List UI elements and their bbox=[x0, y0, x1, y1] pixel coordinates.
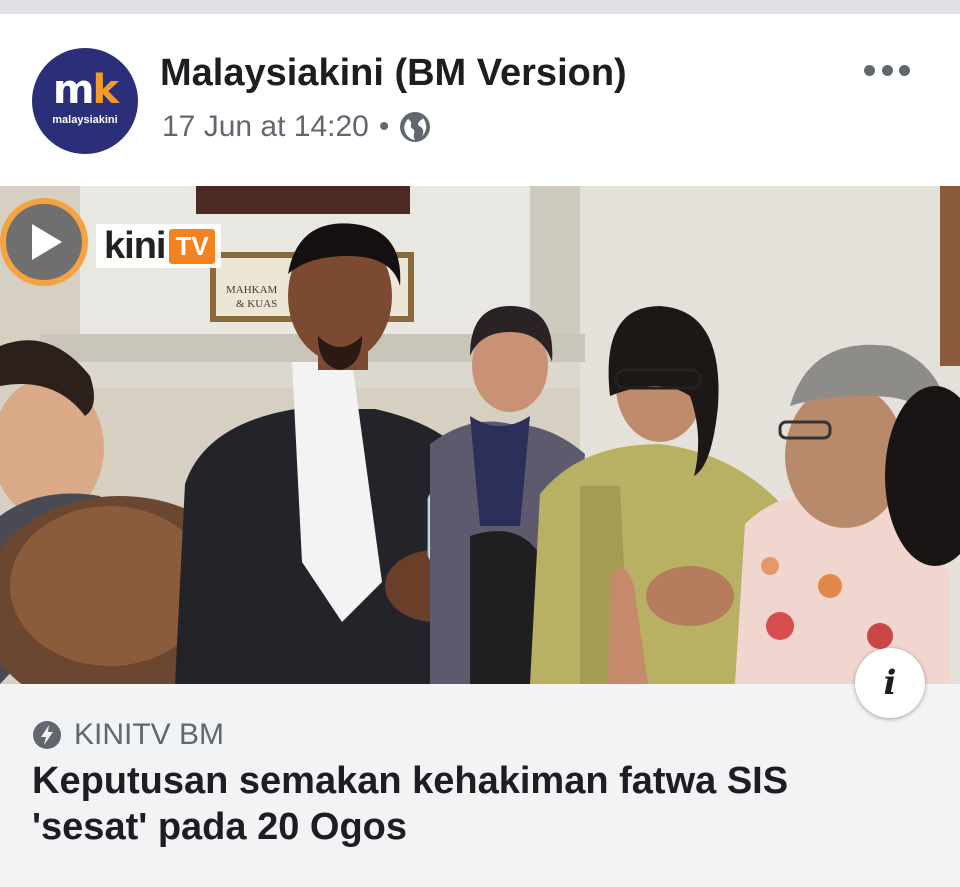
info-icon[interactable]: i bbox=[855, 648, 925, 718]
lightning-bolt-icon bbox=[33, 721, 61, 749]
avatar-logo-text: malaysiakini bbox=[52, 114, 118, 126]
top-divider bbox=[0, 0, 960, 14]
post-meta: 17 Jun at 14:20 • bbox=[162, 110, 431, 144]
meta-separator: • bbox=[378, 110, 390, 143]
more-options-button[interactable] bbox=[864, 58, 910, 82]
link-source-name: KINITV BM bbox=[74, 718, 225, 751]
link-source: KINITV BM bbox=[32, 718, 224, 752]
link-preview[interactable]: KINITV BM Keputusan semakan kehakiman fa… bbox=[0, 684, 960, 887]
post-header: mk malaysiakini Malaysiakini (BM Version… bbox=[0, 14, 960, 186]
link-headline[interactable]: Keputusan semakan kehakiman fatwa SIS 's… bbox=[32, 758, 912, 850]
avatar[interactable]: mk malaysiakini bbox=[32, 48, 138, 154]
globe-icon bbox=[400, 112, 431, 142]
more-horizontal-icon bbox=[864, 64, 875, 76]
kinitv-overlay-logo: kini TV bbox=[96, 224, 221, 268]
post-video-thumbnail[interactable]: MAHKAM & KUAS kini TV bbox=[0, 186, 960, 684]
avatar-logo: mk bbox=[52, 67, 119, 113]
page-name-link[interactable]: Malaysiakini (BM Version) bbox=[160, 52, 627, 95]
wall-sign-text: MAHKAM bbox=[226, 284, 278, 296]
svg-text:& KUAS: & KUAS bbox=[236, 298, 277, 310]
play-icon[interactable] bbox=[0, 196, 96, 292]
post-timestamp[interactable]: 17 Jun at 14:20 bbox=[162, 110, 369, 144]
